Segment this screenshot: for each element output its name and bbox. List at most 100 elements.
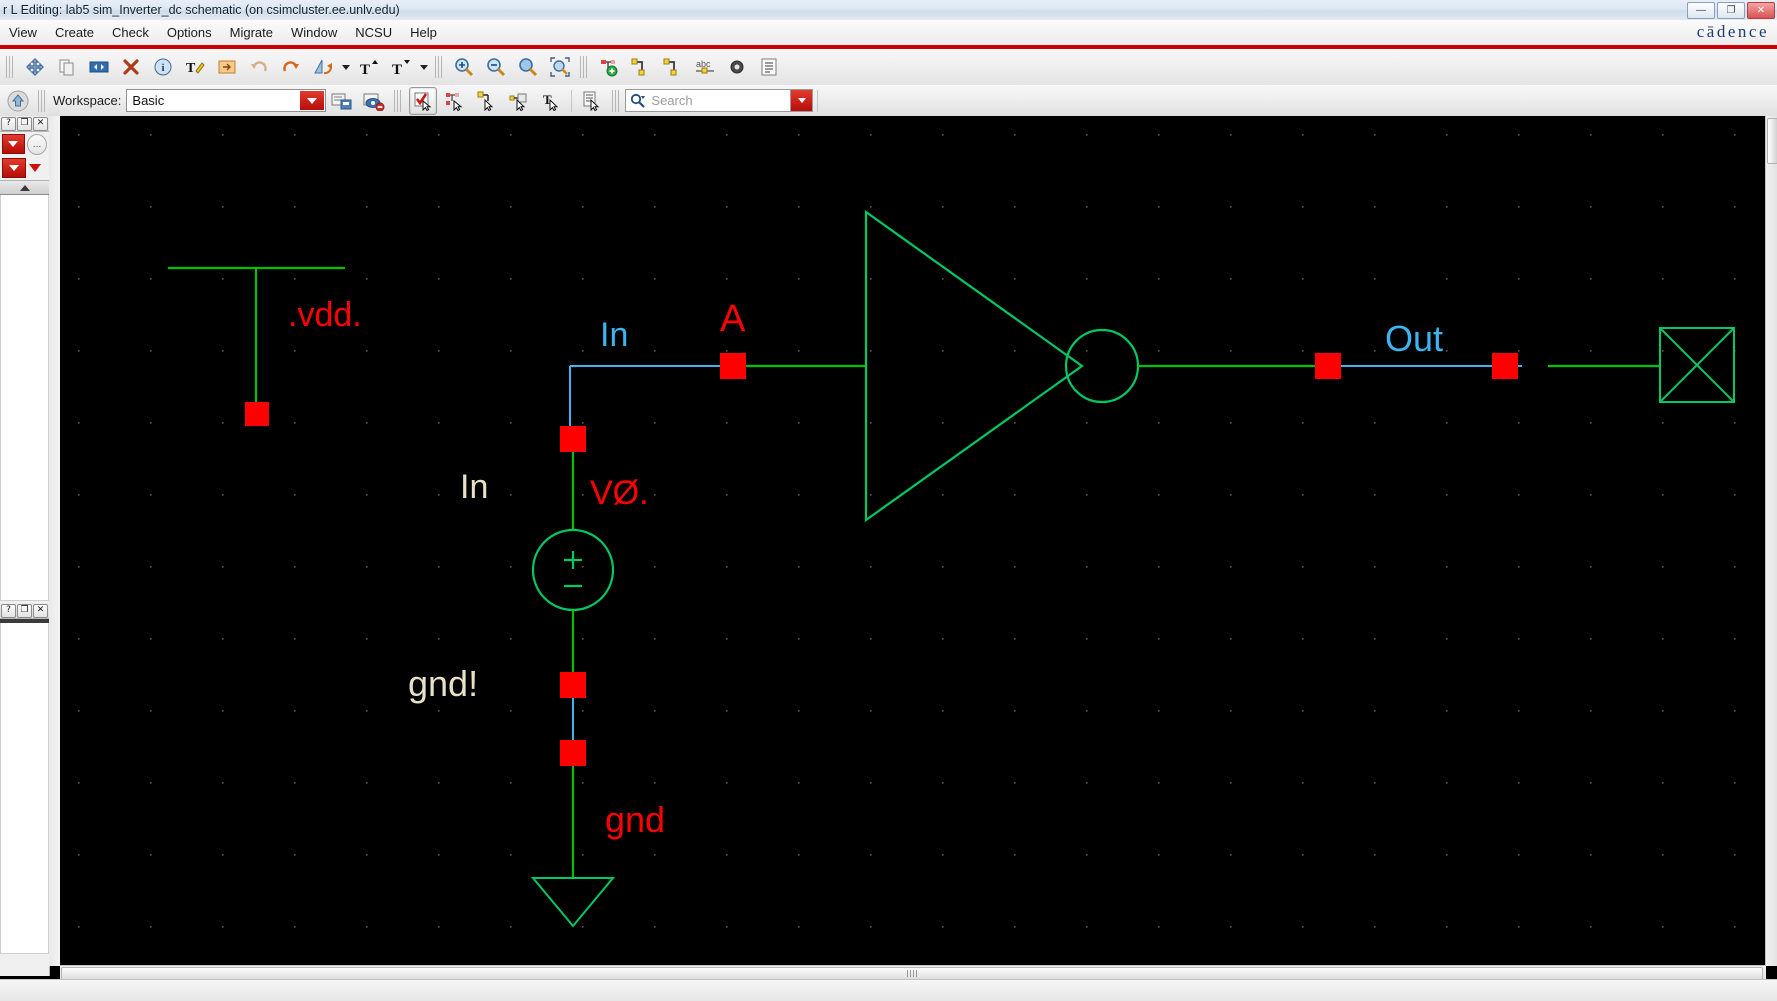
menu-help[interactable]: Help bbox=[401, 22, 446, 43]
drag-handle-icon[interactable] bbox=[907, 969, 919, 977]
select-pins-icon[interactable] bbox=[505, 87, 533, 115]
delete-icon[interactable] bbox=[117, 53, 145, 81]
palette-content-area bbox=[0, 195, 49, 601]
menu-window[interactable]: Window bbox=[282, 22, 346, 43]
text-up-icon[interactable]: T bbox=[355, 53, 383, 81]
properties-icon[interactable]: i bbox=[149, 53, 177, 81]
workspace-dropdown-arrow-icon[interactable] bbox=[300, 91, 325, 110]
pin-square-gnd-1[interactable] bbox=[560, 672, 586, 698]
palette-collapse-bar[interactable] bbox=[0, 180, 49, 195]
create-label-icon[interactable]: abc bbox=[691, 53, 719, 81]
svg-text:T: T bbox=[392, 62, 402, 76]
stretch-icon[interactable] bbox=[85, 53, 113, 81]
palette-dropdown-1-icon[interactable] bbox=[2, 134, 25, 154]
pin-square-gnd-2[interactable] bbox=[560, 740, 586, 766]
delete-workspace-icon[interactable] bbox=[360, 87, 388, 115]
toolbar-grip[interactable] bbox=[6, 56, 15, 78]
left-dock: ? ❐ ✕ … ? ❐ ✕ bbox=[0, 116, 50, 976]
create-pin-icon[interactable] bbox=[723, 53, 751, 81]
text-dropdown-caret-icon[interactable] bbox=[417, 55, 431, 79]
pin-square-net-in[interactable] bbox=[720, 353, 746, 379]
menu-options[interactable]: Options bbox=[158, 22, 221, 43]
redo-icon[interactable] bbox=[277, 53, 305, 81]
pin-square-out-1[interactable] bbox=[1315, 353, 1341, 379]
search-group-grip[interactable] bbox=[612, 89, 622, 112]
canvas-background bbox=[60, 116, 1766, 966]
horizontal-scrollbar[interactable] bbox=[60, 965, 1766, 980]
rotate-icon[interactable] bbox=[309, 53, 337, 81]
search-input[interactable]: Search bbox=[625, 89, 792, 112]
edit-text-icon[interactable]: T bbox=[181, 53, 209, 81]
pin-square-v0-top[interactable] bbox=[560, 426, 586, 452]
navigator-panel-header: ? ❐ ✕ bbox=[0, 603, 49, 619]
label-net-in: In bbox=[600, 316, 628, 354]
select-all-icon[interactable] bbox=[409, 86, 438, 115]
menu-ncsu[interactable]: NCSU bbox=[346, 22, 401, 43]
label-pin-in: In bbox=[460, 468, 488, 506]
workspace-grip[interactable] bbox=[38, 89, 47, 112]
home-icon[interactable] bbox=[4, 87, 32, 115]
palette-float-button[interactable]: ❐ bbox=[17, 116, 32, 131]
zoom-fit-icon[interactable] bbox=[514, 53, 542, 81]
select-wires-icon[interactable] bbox=[473, 87, 501, 115]
close-button[interactable]: ✕ bbox=[1747, 2, 1775, 19]
label-vdd: .vdd. bbox=[288, 296, 362, 334]
create-wire-name-icon[interactable] bbox=[659, 53, 687, 81]
minimize-button[interactable]: — bbox=[1687, 2, 1715, 19]
select-group-grip[interactable] bbox=[394, 89, 404, 112]
zoom-group-grip[interactable] bbox=[435, 56, 444, 78]
navigator-float-button[interactable]: ❐ bbox=[17, 603, 32, 618]
create-wire-icon[interactable] bbox=[627, 53, 655, 81]
menu-migrate[interactable]: Migrate bbox=[221, 22, 282, 43]
descend-icon[interactable] bbox=[213, 53, 241, 81]
search-dropdown-arrow-icon[interactable] bbox=[791, 89, 814, 112]
menu-create[interactable]: Create bbox=[46, 22, 103, 43]
navigator-content-area bbox=[0, 623, 49, 954]
workspace-label: Workspace: bbox=[53, 93, 122, 108]
rotate-dropdown-caret-icon[interactable] bbox=[339, 55, 353, 79]
palette-dropdown-2-icon[interactable] bbox=[2, 158, 26, 178]
select-labels-icon[interactable]: T bbox=[537, 87, 565, 115]
hierarchy-icon[interactable] bbox=[755, 53, 783, 81]
zoom-in-icon[interactable] bbox=[450, 53, 478, 81]
window-titlebar: r L Editing: lab5 sim_Inverter_dc schema… bbox=[0, 0, 1777, 21]
main-toolbar: i T T T abc bbox=[0, 49, 1777, 86]
create-instance-icon[interactable] bbox=[595, 53, 623, 81]
palette-help-button[interactable]: ? bbox=[1, 116, 16, 131]
pin-square-out-2[interactable] bbox=[1492, 353, 1518, 379]
pin-square-vdd[interactable] bbox=[245, 402, 269, 426]
copy-icon[interactable] bbox=[53, 53, 81, 81]
schematic-canvas[interactable]: .vdd. In A Out In VØ. gnd! gnd bbox=[60, 116, 1766, 966]
status-bar bbox=[0, 979, 1777, 1001]
menu-view[interactable]: View bbox=[0, 22, 46, 43]
window-title: r L Editing: lab5 sim_Inverter_dc schema… bbox=[3, 3, 400, 17]
palette-caret-icon[interactable] bbox=[28, 159, 42, 177]
magnifier-icon bbox=[631, 93, 646, 108]
maximize-button[interactable]: ❐ bbox=[1717, 2, 1745, 19]
select-instances-icon[interactable] bbox=[441, 87, 469, 115]
create-group-grip[interactable] bbox=[580, 56, 589, 78]
label-pin-gnd-bang: gnd! bbox=[408, 663, 478, 704]
label-node-a: A bbox=[720, 298, 746, 340]
svg-text:i: i bbox=[161, 62, 164, 74]
save-workspace-icon[interactable] bbox=[328, 87, 356, 115]
label-inst-v0: VØ. bbox=[590, 474, 649, 512]
menubar: View Create Check Options Migrate Window… bbox=[0, 20, 1777, 46]
vertical-scroll-thumb[interactable] bbox=[1767, 118, 1777, 164]
zoom-area-icon[interactable] bbox=[546, 53, 574, 81]
palette-more-button[interactable]: … bbox=[26, 133, 47, 155]
move-icon[interactable] bbox=[21, 53, 49, 81]
palette-row-2 bbox=[0, 156, 49, 180]
menu-check[interactable]: Check bbox=[103, 22, 158, 43]
palette-row-1: … bbox=[0, 132, 49, 156]
workspace-combo[interactable]: Basic bbox=[126, 89, 327, 112]
select-notes-icon[interactable] bbox=[578, 87, 606, 115]
undo-icon[interactable] bbox=[245, 53, 273, 81]
vertical-scrollbar[interactable] bbox=[1765, 116, 1777, 966]
text-down-icon[interactable]: T bbox=[387, 53, 415, 81]
label-inst-gnd: gnd bbox=[605, 799, 665, 840]
navigator-close-button[interactable]: ✕ bbox=[33, 603, 48, 618]
zoom-out-icon[interactable] bbox=[482, 53, 510, 81]
palette-close-button[interactable]: ✕ bbox=[33, 116, 48, 131]
navigator-help-button[interactable]: ? bbox=[1, 603, 16, 618]
